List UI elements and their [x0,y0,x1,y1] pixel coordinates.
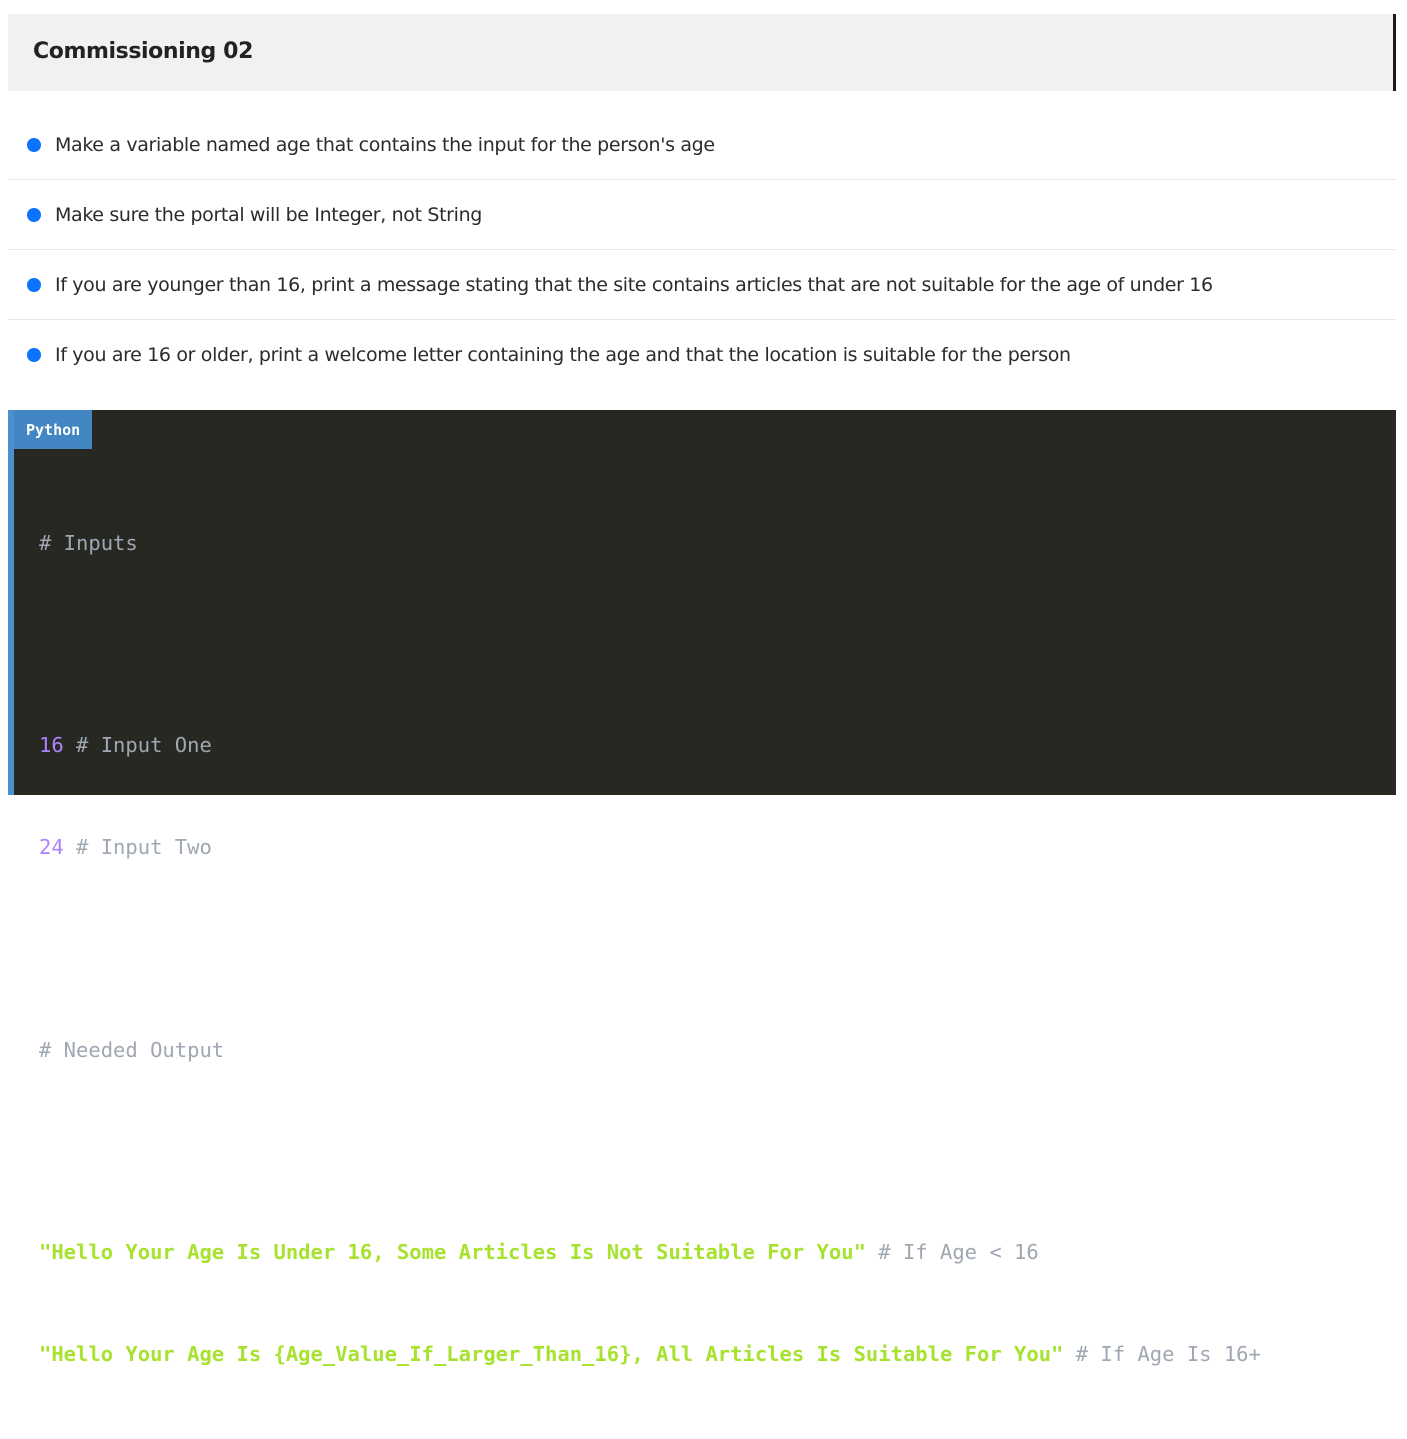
list-item: If you are 16 or older, print a welcome … [8,320,1396,390]
code-block[interactable]: Python # Inputs 16 # Input One 24 # Inpu… [8,410,1396,1366]
task-text: If you are 16 or older, print a welcome … [55,344,1071,366]
list-item: Make a variable named age that contains … [8,110,1396,180]
task-list: Make a variable named age that contains … [8,110,1396,390]
code-comment: # If Age < 16 [878,1240,1039,1265]
bullet-icon [27,348,41,362]
code-line: "Hello Your Age Is {Age_Value_If_Larger_… [39,1338,1261,1372]
section-title: Commissioning 02 [33,39,253,64]
task-text: Make sure the portal will be Integer, no… [55,203,482,226]
task-text: Make a variable named age that contains … [55,133,715,156]
code-string: "Hello Your Age Is {Age_Value_If_Larger_… [39,1341,1064,1366]
code-comment: # Input Two [76,834,212,859]
code-comment: # Input One [76,733,212,758]
section-header: Commissioning 02 [8,14,1396,91]
bullet-icon [27,207,41,222]
code-line: "Hello Your Age Is Under 16, Some Articl… [39,1236,1261,1270]
code-string: "Hello Your Age Is Under 16, Some Articl… [39,1240,866,1265]
code-number: 24 [39,834,64,859]
bullet-icon [27,277,41,292]
code-comment: # If Age Is 16+ [1075,1341,1261,1366]
language-badge: Python [14,410,93,449]
code-line: # Inputs [39,527,1261,561]
code-line: 24 # Input Two [39,831,1261,865]
code-comment: # Needed Output [39,1037,225,1062]
task-text: If you are younger than 16, print a mess… [55,273,1213,296]
list-item: If you are younger than 16, print a mess… [8,250,1396,320]
code-line: # Needed Output [39,1034,1261,1068]
code-content[interactable]: # Inputs 16 # Input One 24 # Input Two #… [39,459,1261,1439]
list-item: Make sure the portal will be Integer, no… [8,180,1396,250]
code-comment: # Inputs [39,530,138,555]
code-number: 16 [39,733,64,758]
bullet-icon [27,137,41,152]
code-line: 16 # Input One [39,729,1261,763]
